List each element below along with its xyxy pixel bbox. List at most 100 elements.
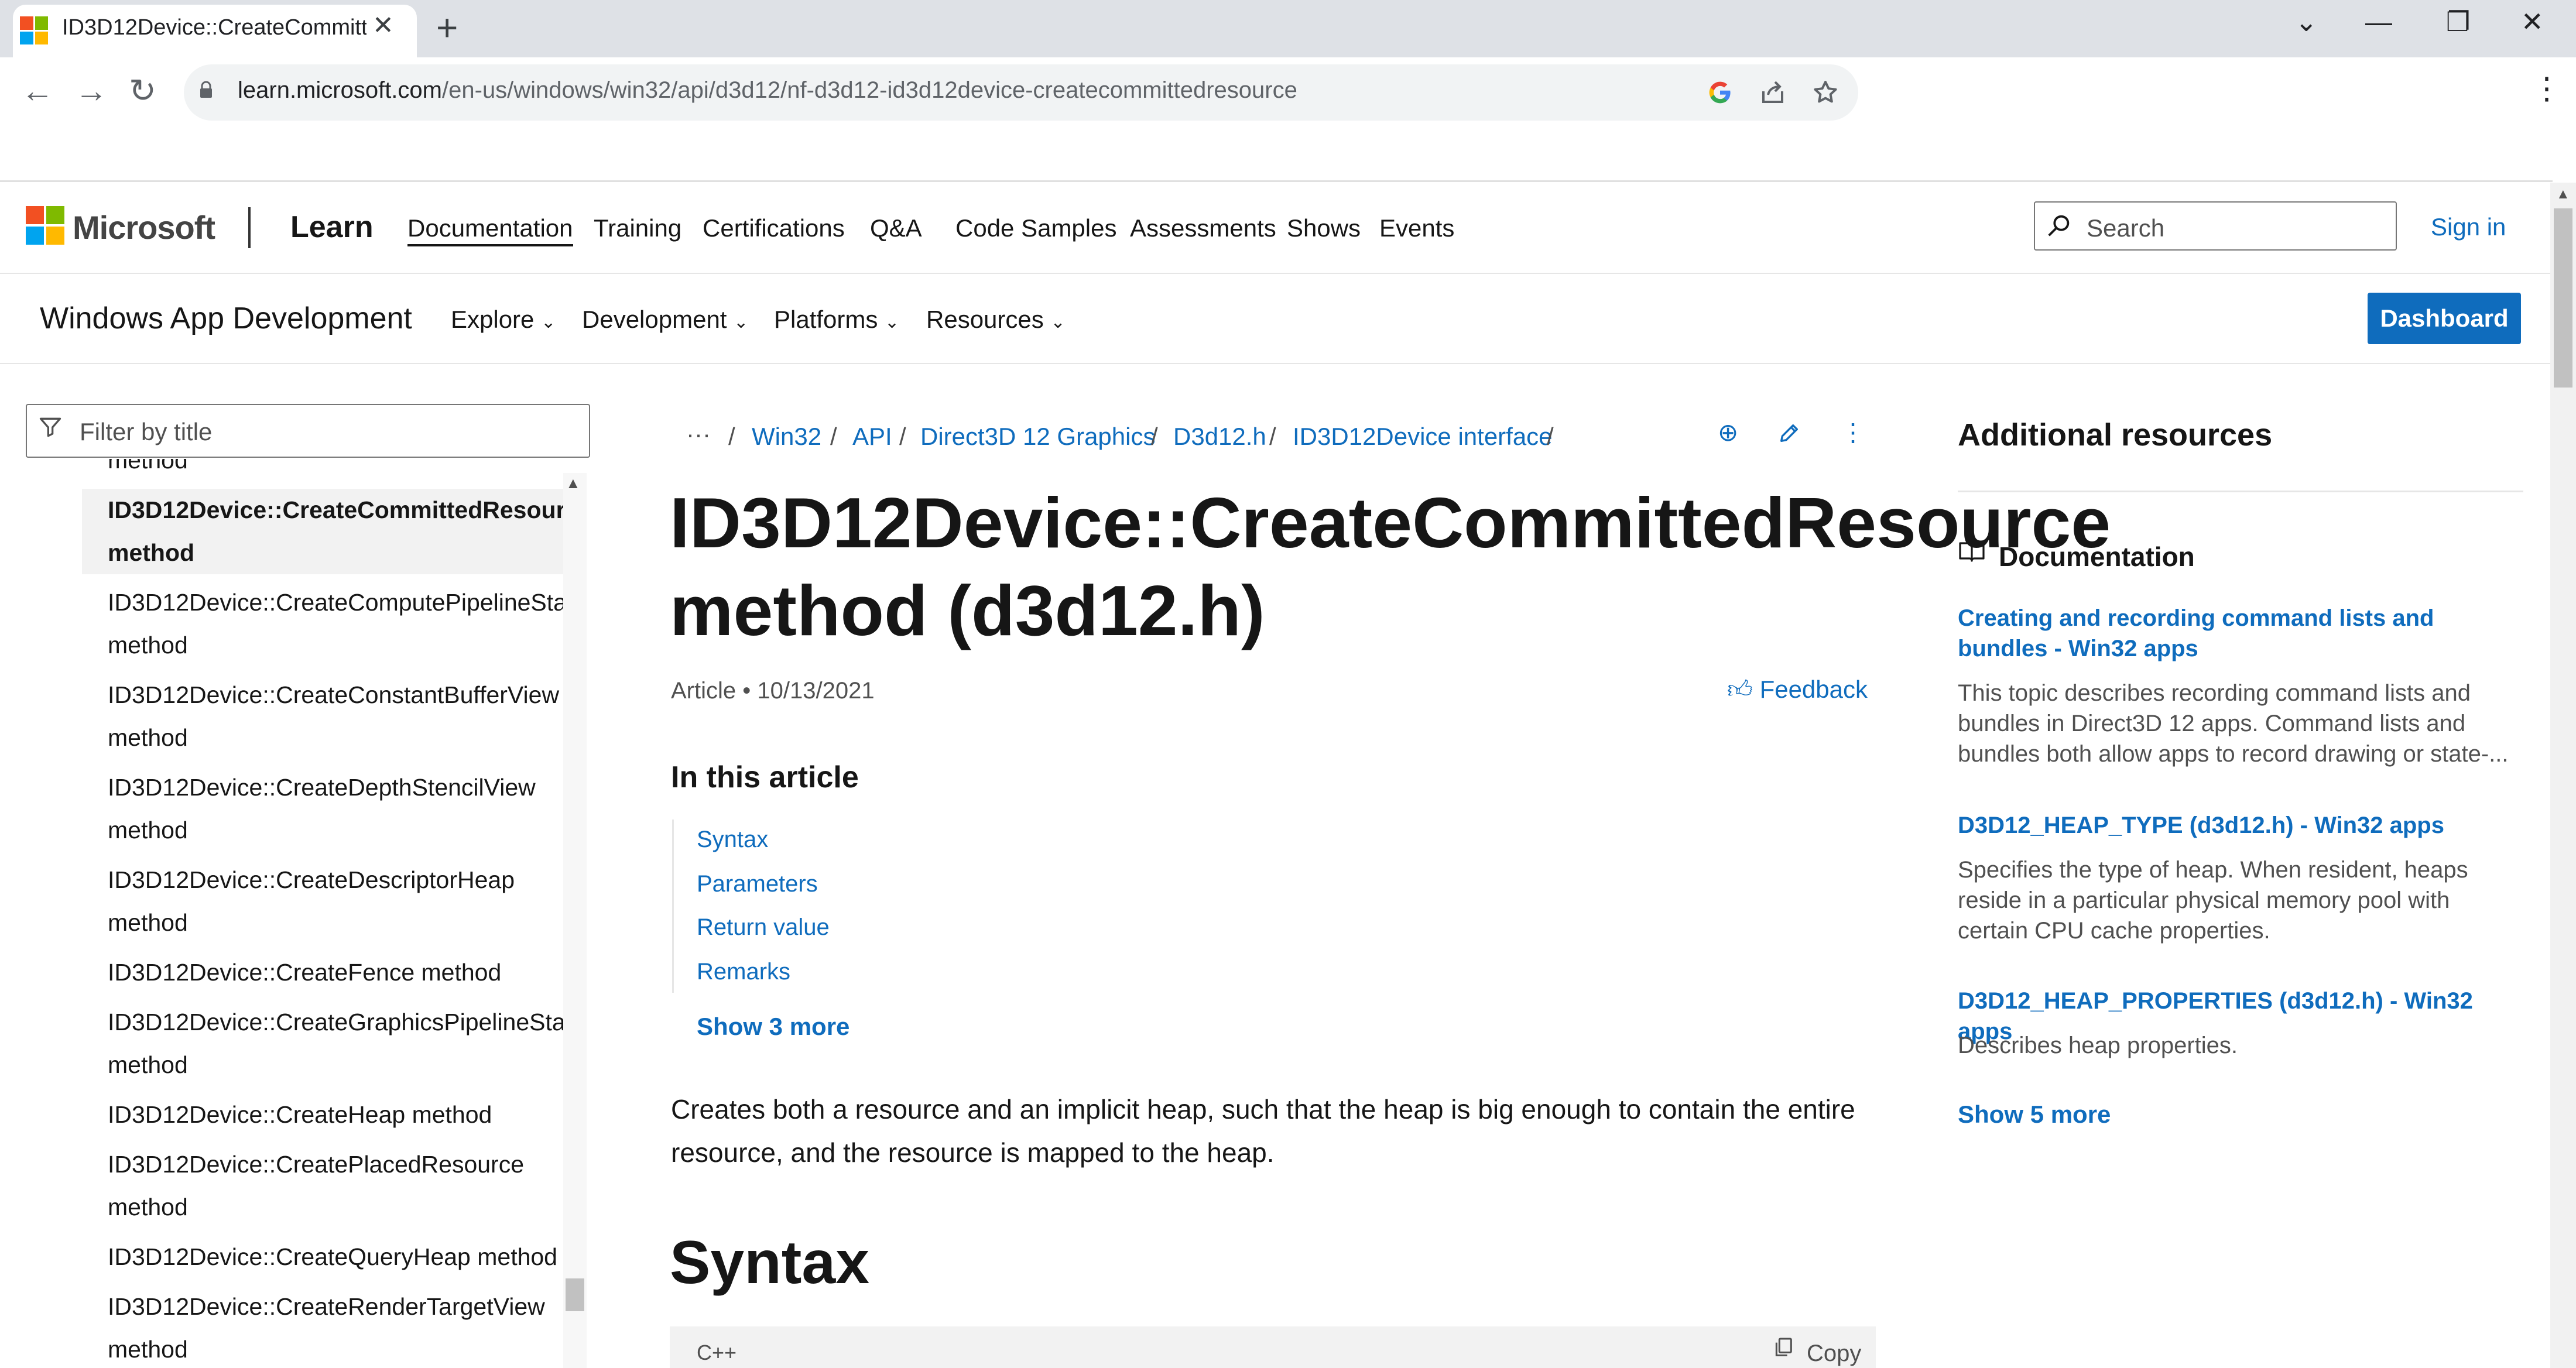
resource-link[interactable]: D3D12_HEAP_TYPE (d3d12.h) - Win32 apps: [1958, 810, 2523, 841]
forward-icon[interactable]: →: [75, 71, 108, 109]
article-link-parameters[interactable]: Parameters: [697, 871, 818, 897]
microsoft-wordmark[interactable]: Microsoft: [73, 208, 215, 246]
tab-close-icon[interactable]: ✕: [372, 11, 394, 40]
dashboard-button[interactable]: Dashboard: [2368, 293, 2521, 344]
copy-button[interactable]: Copy: [1807, 1340, 1861, 1367]
nav-assessments[interactable]: Assessments: [1130, 214, 1276, 242]
browser-menu-icon[interactable]: ⋮: [2532, 71, 2562, 107]
copy-icon[interactable]: [1772, 1336, 1795, 1359]
documentation-heading: Documentation: [1999, 541, 2195, 572]
toc-scrollbar-thumb[interactable]: [566, 1278, 584, 1311]
breadcrumb-win32[interactable]: Win32: [752, 423, 821, 451]
chevron-down-icon: ⌄: [1050, 313, 1066, 332]
resources-divider: [1958, 491, 2523, 492]
more-actions-icon[interactable]: ⋮: [1841, 418, 1865, 447]
new-tab-button[interactable]: +: [436, 6, 458, 49]
header-border: [0, 273, 2550, 274]
url-text[interactable]: learn.microsoft.com/en-us/windows/win32/…: [238, 77, 1297, 104]
code-language: C++: [697, 1340, 737, 1364]
google-icon[interactable]: [1707, 80, 1733, 105]
menu-platforms[interactable]: Platforms ⌄: [774, 306, 899, 334]
tab-search-icon[interactable]: ⌄: [2295, 6, 2318, 37]
nav-events[interactable]: Events: [1379, 214, 1454, 242]
search-placeholder: Search: [2087, 214, 2165, 242]
resource-link[interactable]: Creating and recording command lists and…: [1958, 603, 2523, 664]
search-icon: [2048, 215, 2070, 236]
thumbs-up-icon: 👍︎: [1727, 676, 1753, 703]
add-collection-icon[interactable]: ⊕: [1718, 418, 1738, 447]
nav-code-samples[interactable]: Code Samples: [955, 214, 1116, 242]
article-intro: Creates both a resource and an implicit …: [671, 1094, 1855, 1168]
page-scrollbar-thumb[interactable]: [2554, 208, 2572, 388]
toc-item[interactable]: ID3D12Device::CreateDescriptorHeap method: [82, 859, 563, 944]
microsoft-logo-icon[interactable]: [26, 206, 64, 245]
article-link-remarks[interactable]: Remarks: [697, 959, 790, 985]
toc-item[interactable]: ID3D12Device::CreateRenderTargetView meth…: [82, 1285, 563, 1368]
toc-item[interactable]: ID3D12Device::CreateCommittedResource met…: [82, 489, 563, 574]
back-icon[interactable]: ←: [21, 71, 54, 109]
nav-documentation[interactable]: Documentation: [407, 214, 573, 246]
breadcrumb-direct3d[interactable]: Direct3D 12 Graphics: [920, 423, 1155, 451]
toc-item[interactable]: ID3D12Device::CreatePlacedResource method: [82, 1143, 563, 1229]
site-title[interactable]: Windows App Development: [40, 301, 412, 336]
toc-item[interactable]: ID3D12Device::CreateHeap method: [82, 1093, 563, 1136]
breadcrumb-separator: /: [728, 423, 735, 450]
scroll-up-icon[interactable]: ▲: [2556, 186, 2570, 203]
minimize-icon[interactable]: —: [2365, 6, 2392, 37]
show-more-button[interactable]: Show 3 more: [697, 1013, 849, 1041]
toc-item[interactable]: ID3D12Device::CreateConstantBufferView me…: [82, 674, 563, 759]
breadcrumb-separator: /: [1269, 423, 1276, 450]
menu-development[interactable]: Development ⌄: [582, 306, 748, 334]
edit-pencil-icon[interactable]: [1777, 421, 1801, 445]
breadcrumb-interface[interactable]: ID3D12Device interface: [1293, 423, 1553, 451]
code-block-header: [670, 1326, 1876, 1368]
book-icon: [1959, 542, 1985, 562]
filter-placeholder: Filter by title: [80, 418, 213, 445]
learn-link[interactable]: Learn: [290, 210, 374, 245]
resource-description: Specifies the type of heap. When residen…: [1958, 857, 2468, 944]
window-close-icon[interactable]: ✕: [2521, 6, 2544, 37]
nav-certifications[interactable]: Certifications: [703, 214, 845, 242]
lock-icon[interactable]: [199, 81, 213, 98]
toc-item-label: ID3D12Device::CreateFence method: [108, 959, 502, 986]
toc-item[interactable]: ID3D12Device::CreateGraphicsPipelineStat…: [82, 1001, 563, 1086]
chrome-divider: [0, 180, 2553, 182]
toc-item-label: method: [108, 1336, 188, 1363]
toc-item-label: ID3D12Device::CreateGraphicsPipelineStat…: [108, 1009, 563, 1036]
toc-item[interactable]: ID3D12Device::CreateComputePipelineState…: [82, 581, 563, 667]
breadcrumb-separator: /: [1547, 423, 1554, 450]
breadcrumb-more-button[interactable]: ···: [686, 420, 711, 448]
breadcrumb-api[interactable]: API: [852, 423, 892, 451]
toc-item[interactable]: ID3D12Device::CreateFence method: [82, 951, 563, 994]
share-icon[interactable]: [1759, 78, 1787, 107]
in-this-article-heading: In this article: [671, 760, 859, 794]
toc-scrollbar[interactable]: [563, 473, 587, 1368]
article-type: Article: [671, 678, 737, 704]
bookmark-star-icon[interactable]: [1811, 78, 1839, 107]
maximize-icon[interactable]: ❐: [2446, 6, 2470, 37]
article-link-return-value[interactable]: Return value: [697, 914, 830, 941]
article-link-syntax[interactable]: Syntax: [697, 827, 768, 853]
toc-item[interactable]: method: [82, 459, 563, 482]
toc-scroll-up-icon[interactable]: ▲: [566, 474, 581, 492]
toc-item[interactable]: ID3D12Device::CreateQueryHeap method: [82, 1236, 563, 1278]
show-more-resources-button[interactable]: Show 5 more: [1958, 1100, 2111, 1129]
nav-qa[interactable]: Q&A: [870, 214, 922, 242]
feedback-button[interactable]: 👍︎ Feedback: [1727, 676, 1868, 705]
menu-explore[interactable]: Explore ⌄: [451, 306, 556, 334]
sign-in-link[interactable]: Sign in: [2431, 213, 2506, 241]
chevron-down-icon: ⌄: [541, 313, 556, 332]
reload-icon[interactable]: ↻: [129, 71, 156, 110]
menu-explore-label: Explore: [451, 306, 535, 333]
tab-title: ID3D12Device::CreateCommittedResource me…: [62, 15, 366, 40]
toc-item-label: ID3D12Device::CreateHeap method: [108, 1101, 492, 1128]
breadcrumb-d3d12h[interactable]: D3d12.h: [1173, 423, 1266, 451]
toc-item[interactable]: ID3D12Device::CreateDepthStencilView meth…: [82, 766, 563, 852]
chevron-down-icon: ⌄: [885, 313, 900, 332]
toc-item-label: method: [108, 724, 188, 751]
header-divider: [248, 207, 251, 248]
toc-item-label: method: [108, 632, 188, 659]
menu-resources[interactable]: Resources ⌄: [926, 306, 1066, 334]
nav-training[interactable]: Training: [594, 214, 681, 242]
nav-shows[interactable]: Shows: [1287, 214, 1361, 242]
